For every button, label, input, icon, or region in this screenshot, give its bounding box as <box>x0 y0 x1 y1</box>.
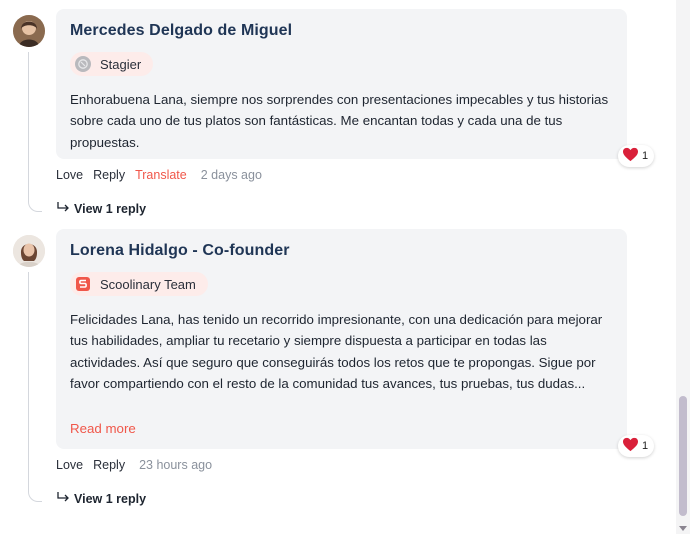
reaction-number: 1 <box>642 440 649 452</box>
love-button[interactable]: Love <box>56 458 83 472</box>
thread-connector <box>28 52 42 212</box>
comment-actions: Love Reply 23 hours ago <box>56 458 212 472</box>
stagier-badge-icon <box>75 56 91 72</box>
view-replies-label: View 1 reply <box>74 491 147 506</box>
love-button[interactable]: Love <box>56 168 83 182</box>
reply-arrow-icon <box>56 201 70 216</box>
reply-button[interactable]: Reply <box>93 168 125 182</box>
view-replies-button[interactable]: View 1 reply <box>56 491 146 506</box>
badge-label: Scoolinary Team <box>100 276 196 292</box>
heart-icon <box>622 437 639 455</box>
thread-connector <box>28 272 42 502</box>
comment-timestamp: 2 days ago <box>200 168 262 182</box>
comment-bubble: Mercedes Delgado de Miguel Stagier Enhor… <box>56 9 627 159</box>
read-more-link[interactable]: Read more <box>70 421 136 436</box>
comment-bubble: Lorena Hidalgo - Co-founder Scoolinary T… <box>56 229 627 449</box>
badge-label: Stagier <box>100 56 142 72</box>
scoolinary-logo-icon <box>75 276 91 292</box>
comment-author[interactable]: Mercedes Delgado de Miguel <box>70 22 292 40</box>
user-badge: Scoolinary Team <box>70 272 208 296</box>
heart-icon <box>622 147 639 165</box>
scrollbar[interactable] <box>676 0 690 534</box>
comment-author[interactable]: Lorena Hidalgo - Co-founder <box>70 242 290 260</box>
reply-button[interactable]: Reply <box>93 458 125 472</box>
comment-thread: Mercedes Delgado de Miguel Stagier Enhor… <box>0 0 676 534</box>
scrollbar-thumb[interactable] <box>679 396 687 516</box>
comment-text: Felicidades Lana, has tenido un recorrid… <box>70 312 603 391</box>
avatar[interactable] <box>13 235 45 267</box>
comment-actions: Love Reply Translate 2 days ago <box>56 168 262 182</box>
reaction-count[interactable]: 1 <box>618 435 655 457</box>
view-replies-label: View 1 reply <box>74 201 147 216</box>
translate-button[interactable]: Translate <box>135 168 187 182</box>
reply-arrow-icon <box>56 491 70 506</box>
reaction-number: 1 <box>642 150 649 162</box>
avatar[interactable] <box>13 15 45 47</box>
view-replies-button[interactable]: View 1 reply <box>56 201 146 216</box>
scroll-down-arrow-icon[interactable] <box>679 526 687 531</box>
user-badge: Stagier <box>70 52 154 76</box>
comment-timestamp: 23 hours ago <box>139 458 213 472</box>
comment-text: Enhorabuena Lana, siempre nos sorprendes… <box>70 92 609 150</box>
reaction-count[interactable]: 1 <box>618 145 655 167</box>
